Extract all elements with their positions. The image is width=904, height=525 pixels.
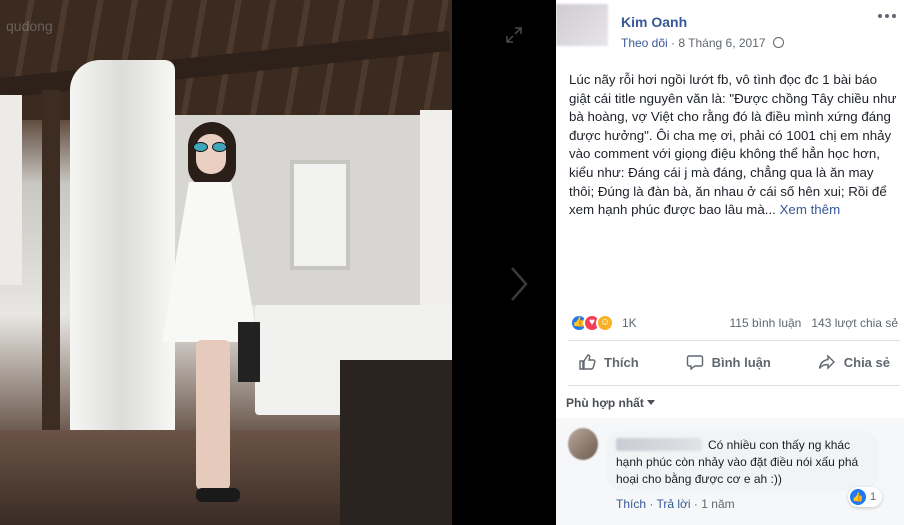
comment-filter-label: Phù hợp nhất — [566, 396, 644, 410]
photo-bag — [238, 322, 260, 382]
comment-bubble: Có nhiều con thấy ng khác hạnh phúc còn … — [606, 431, 878, 491]
like-label: Thích — [604, 354, 639, 370]
post-body: Lúc nãy rỗi hơi ngồi lướt fb, vô tình đọ… — [569, 72, 897, 218]
comment-dot: · — [649, 497, 654, 511]
photo-chair — [340, 360, 452, 525]
comment-reaction-count[interactable]: 👍 1 — [848, 487, 883, 507]
expand-icon[interactable] — [505, 26, 523, 44]
photo-watermark: qudong — [6, 18, 53, 34]
post-header: Kim Oanh Theo dõi · 8 Tháng 6, 2017 — [556, 0, 904, 58]
reaction-icons[interactable]: 👍 ♥ ☺ — [570, 314, 620, 332]
see-more-link[interactable]: Xem thêm — [780, 202, 841, 217]
commenter-avatar[interactable] — [568, 428, 598, 460]
haha-icon: ☺ — [596, 314, 614, 332]
comment-reply-link[interactable]: Trả lời — [656, 497, 690, 511]
photo-curtain-left — [0, 95, 22, 285]
comment-like-count: 1 — [870, 491, 877, 503]
like-icon: 👍 — [850, 489, 866, 505]
photo-window — [290, 160, 350, 270]
more-options-icon[interactable] — [878, 14, 896, 20]
meta-separator: · — [671, 36, 676, 50]
photo-viewer: qudong — [0, 0, 556, 525]
post-text: Lúc nãy rỗi hơi ngồi lướt fb, vô tình đọ… — [569, 71, 899, 220]
reaction-count[interactable]: 1K — [622, 316, 637, 330]
caret-down-icon — [646, 400, 655, 405]
thumbs-up-icon — [579, 354, 596, 370]
post-actions: Thích Bình luận Chia sẻ — [568, 345, 900, 379]
globe-icon[interactable] — [772, 37, 784, 48]
comment-label: Bình luận — [711, 354, 771, 370]
comment-icon — [686, 355, 703, 371]
photo-sunglasses — [193, 142, 229, 152]
photo-legs — [196, 340, 230, 490]
comment-dot: · — [693, 497, 698, 511]
chevron-right-icon[interactable] — [508, 264, 532, 304]
share-label: Chia sẻ — [843, 354, 890, 370]
post-panel: Kim Oanh Theo dõi · 8 Tháng 6, 2017 Lúc … — [556, 0, 904, 525]
share-button[interactable]: Chia sẻ — [808, 345, 900, 379]
comment-share-counts: 115 bình luận 143 lượt chia sẻ — [730, 316, 898, 330]
follow-link[interactable]: Theo dõi — [621, 36, 668, 50]
photo-person-face — [196, 134, 226, 174]
divider — [568, 385, 900, 386]
commenter-name[interactable] — [616, 438, 702, 451]
comment-count[interactable]: 115 bình luận — [730, 316, 802, 330]
author-avatar[interactable] — [556, 4, 608, 46]
photo-curtain — [70, 60, 175, 480]
photo-curtain-right — [420, 110, 452, 310]
share-count[interactable]: 143 lượt chia sẻ — [811, 316, 898, 330]
comment-like-link[interactable]: Thích — [616, 497, 646, 511]
author-name[interactable]: Kim Oanh — [621, 14, 687, 30]
post-photo[interactable]: qudong — [0, 0, 452, 525]
comment-button[interactable]: Bình luận — [676, 345, 781, 379]
reactions-bar: 👍 ♥ ☺ 1K 115 bình luận 143 lượt chia sẻ — [570, 313, 898, 333]
share-icon — [818, 354, 835, 370]
divider — [568, 340, 900, 341]
comment-time[interactable]: 1 năm — [701, 497, 734, 511]
post-date[interactable]: 8 Tháng 6, 2017 — [678, 36, 765, 50]
post-meta: Theo dõi · 8 Tháng 6, 2017 — [621, 36, 784, 50]
photo-shoes — [196, 488, 240, 502]
comment-filter-dropdown[interactable]: Phù hợp nhất — [566, 396, 655, 410]
like-button[interactable]: Thích — [568, 345, 649, 379]
comment-actions: Thích · Trả lời · 1 năm — [616, 497, 735, 511]
